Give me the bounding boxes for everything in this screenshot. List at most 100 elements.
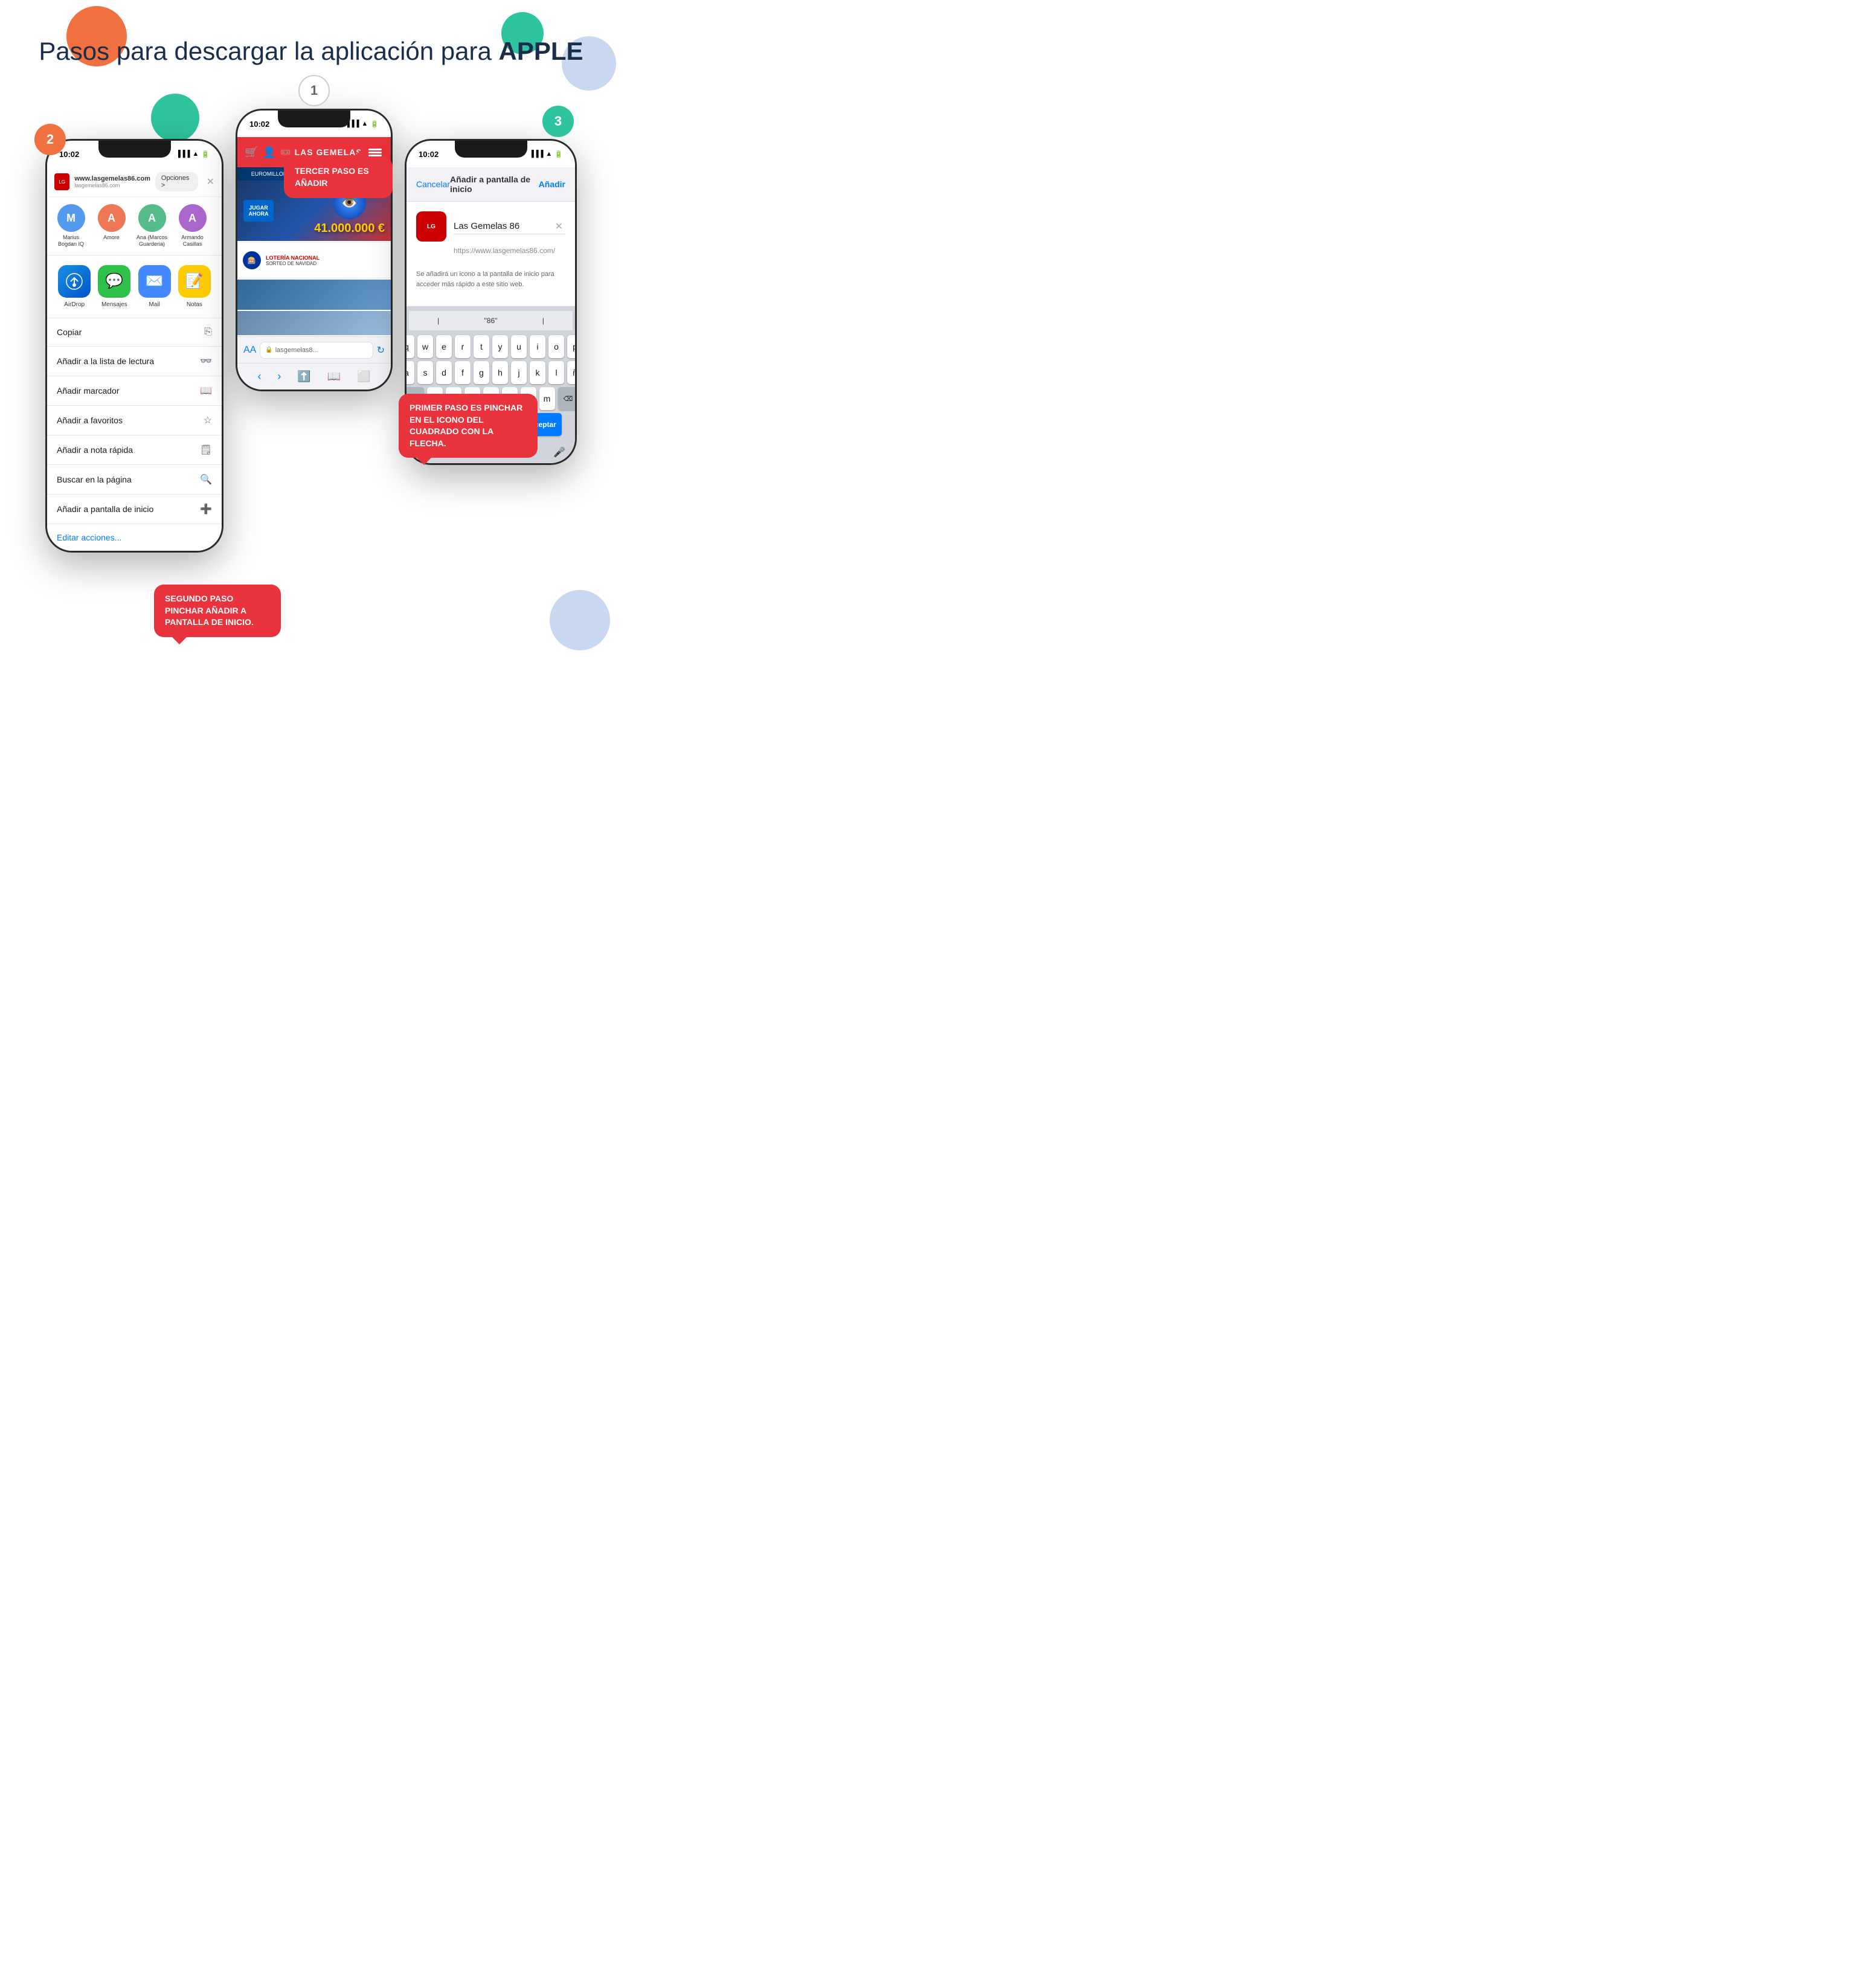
browser-bar: AA 🔒 lasgemelas8... ↻ <box>237 336 391 363</box>
reading-list-icon: 👓 <box>200 355 212 367</box>
menu-add-home[interactable]: Añadir a pantalla de inicio ➕ <box>47 495 222 524</box>
bookmarks-btn[interactable]: 📖 <box>327 370 341 383</box>
kbd-row-1: q w e r t y u i o p <box>409 335 573 358</box>
favorites-icon: ☆ <box>204 414 212 426</box>
key-f[interactable]: f <box>455 361 471 384</box>
key-t[interactable]: t <box>474 335 489 358</box>
key-backspace[interactable]: ⌫ <box>558 387 576 410</box>
step2-wrapper: 2 SEGUNDO PASO PINCHAR AÑADIR A PANTALLA… <box>45 91 223 553</box>
key-d[interactable]: d <box>436 361 452 384</box>
step3-badge: 3 <box>542 106 574 137</box>
step1-wrapper: 1 PRIMER PASO ES PINCHAR EN EL ICONO DEL… <box>236 91 393 391</box>
bookmark-icon: 📖 <box>200 385 212 397</box>
key-w[interactable]: w <box>417 335 433 358</box>
search-icon: 🔍 <box>200 473 212 486</box>
key-l[interactable]: l <box>548 361 564 384</box>
step3-bubble: TERCER PASO ES AÑADIR <box>284 157 393 197</box>
share-airdrop[interactable]: AirDrop <box>58 265 91 308</box>
key-u[interactable]: u <box>511 335 527 358</box>
lock-icon: 🔒 <box>265 347 272 353</box>
phone-notch-2 <box>98 141 171 158</box>
key-h[interactable]: h <box>492 361 508 384</box>
edit-actions-link[interactable]: Editar acciones... <box>47 524 222 551</box>
status-icons-3: ▐▐▐ ▲ 🔋 <box>529 150 563 158</box>
deco-circle-blue-bottom <box>550 590 610 650</box>
aa-text[interactable]: AA <box>243 345 256 356</box>
key-i[interactable]: i <box>530 335 545 358</box>
step2-badge: 2 <box>34 124 66 155</box>
favicon: LG <box>54 173 69 190</box>
status-icons-2: ▐▐▐ ▲ 🔋 <box>176 150 210 158</box>
steps-container: 2 SEGUNDO PASO PINCHAR AÑADIR A PANTALLA… <box>0 79 622 577</box>
menu-marcador[interactable]: Añadir marcador 📖 <box>47 376 222 406</box>
key-o[interactable]: o <box>548 335 564 358</box>
copy-icon: ⎘ <box>204 327 212 338</box>
key-g[interactable]: g <box>474 361 489 384</box>
key-k[interactable]: k <box>530 361 545 384</box>
menu-favoritos[interactable]: Añadir a favoritos ☆ <box>47 406 222 435</box>
cart-icon[interactable]: 🛒 <box>245 146 258 159</box>
clear-icon[interactable]: ✕ <box>555 220 563 232</box>
share-mensajes[interactable]: 💬 Mensajes <box>98 265 130 308</box>
phone-notch-3 <box>455 141 527 158</box>
website-card3 <box>237 311 391 335</box>
add-btn[interactable]: Añadir <box>539 179 565 189</box>
key-e[interactable]: e <box>436 335 452 358</box>
key-y[interactable]: y <box>492 335 508 358</box>
user-icon[interactable]: 👤 <box>263 146 276 159</box>
share-notas[interactable]: 📝 Notas <box>178 265 211 308</box>
app-icon-preview: LG <box>416 211 446 242</box>
key-n-tilde[interactable]: ñ <box>567 361 575 384</box>
step2-screen: 10:02 ▐▐▐ ▲ 🔋 LG www.lasgemelas86.com la… <box>47 141 222 551</box>
tabs-btn[interactable]: ⬜ <box>357 370 370 383</box>
browser-bottom: ‹ › ⬆️ 📖 ⬜ <box>237 363 391 390</box>
contact-marius: M MariusBogdan IQ <box>54 204 88 248</box>
share-apps: AirDrop 💬 Mensajes ✉️ Mail 📝 Notas <box>47 255 222 318</box>
key-q[interactable]: q <box>406 335 414 358</box>
close-icon[interactable]: ✕ <box>207 176 214 188</box>
phone-notch-1 <box>278 111 350 127</box>
step1-bubble: PRIMER PASO ES PINCHAR EN EL ICONO DEL C… <box>399 394 538 458</box>
key-j[interactable]: j <box>511 361 527 384</box>
key-p[interactable]: p <box>567 335 575 358</box>
share-mail[interactable]: ✉️ Mail <box>138 265 171 308</box>
add-home-header: Cancelar Añadir a pantalla de inicio Aña… <box>406 167 575 202</box>
options-btn[interactable]: Opciones > <box>155 172 198 191</box>
website-info: www.lasgemelas86.com lasgemelas86.com <box>74 175 150 188</box>
menu-buscar[interactable]: Buscar en la página 🔍 <box>47 465 222 495</box>
share-btn[interactable]: ⬆️ <box>297 370 310 383</box>
key-r[interactable]: r <box>455 335 471 358</box>
step2-header: LG www.lasgemelas86.com lasgemelas86.com… <box>47 167 222 197</box>
share-contacts: M MariusBogdan IQ A Amore A Ana (MarcosG… <box>47 197 222 255</box>
browser-url[interactable]: 🔒 lasgemelas8... <box>260 342 373 359</box>
quick-note-icon: 🗒 <box>200 444 212 456</box>
step2-phone: 10:02 ▐▐▐ ▲ 🔋 LG www.lasgemelas86.com la… <box>45 139 223 553</box>
mic-icon[interactable]: 🎤 <box>553 446 565 458</box>
page-title: Pasos para descargar la aplicación para … <box>12 36 610 66</box>
status-icons-1: ▐▐▐ ▲ 🔋 <box>345 120 379 128</box>
contact-ana: A Ana (MarcosGuarderia) <box>135 204 169 248</box>
step2-bubble: SEGUNDO PASO PINCHAR AÑADIR A PANTALLA D… <box>154 585 281 637</box>
refresh-icon[interactable]: ↻ <box>377 344 385 356</box>
app-url: https://www.lasgemelas86.com/ <box>416 246 565 255</box>
app-name-input[interactable] <box>454 219 565 234</box>
menu-nota-rapida[interactable]: Añadir a nota rápida 🗒 <box>47 435 222 465</box>
jugar-btn[interactable]: JUGARAHORA <box>243 200 274 222</box>
step1-badge: 1 <box>298 75 330 106</box>
key-a[interactable]: a <box>406 361 414 384</box>
step1-phone: 10:02 ▐▐▐ ▲ 🔋 🛒 👤 🎟️ LAS GEMELAS <box>236 109 393 391</box>
cancel-btn[interactable]: Cancelar <box>416 179 450 189</box>
key-m[interactable]: m <box>539 387 555 410</box>
add-home-icon: ➕ <box>200 503 212 515</box>
add-home-description: Se añadirá un icono a la pantalla de ini… <box>416 262 565 297</box>
menu-lista-lectura[interactable]: Añadir a la lista de lectura 👓 <box>47 347 222 376</box>
forward-btn[interactable]: › <box>277 370 281 383</box>
back-btn[interactable]: ‹ <box>257 370 261 383</box>
add-home-content: LG ✕ https://www.lasgemelas86.com/ Se añ… <box>406 202 575 306</box>
website-card2 <box>237 280 391 310</box>
key-s[interactable]: s <box>417 361 433 384</box>
contact-amore: A Amore <box>95 204 128 248</box>
menu-copiar[interactable]: Copiar ⎘ <box>47 318 222 347</box>
contact-armando: A ArmandoCasillas <box>176 204 209 248</box>
kbd-row-2: a s d f g h j k l ñ <box>409 361 573 384</box>
